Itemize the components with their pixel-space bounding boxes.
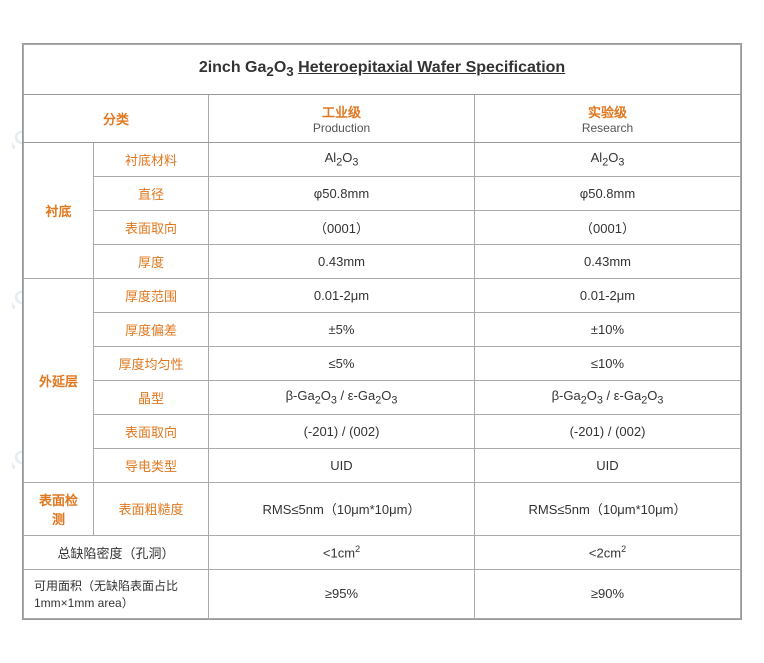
spec-table-container: 2inch Ga2O3 Heteroepitaxial Wafer Specif… — [22, 43, 742, 619]
thickness-deviation-label: 厚度偏差 — [94, 312, 209, 346]
thickness-deviation-research: ±10% — [475, 312, 741, 346]
substrate-label: 衬底 — [24, 142, 94, 278]
title-row: 2inch Ga2O3 Heteroepitaxial Wafer Specif… — [24, 45, 741, 94]
header-category: 分类 — [24, 94, 209, 142]
table-row: 厚度均匀性 ≤5% ≤10% — [24, 346, 741, 380]
surface-orient-epi-production: (-201) / (002) — [209, 414, 475, 448]
sub-material-label: 衬底材料 — [94, 142, 209, 176]
thickness-sub-label: 厚度 — [94, 244, 209, 278]
page-wrapper: MIG MIG MIG MIG MIG MIG MIG MIG MIG MIG … — [12, 23, 752, 639]
thickness-uniformity-research: ≤10% — [475, 346, 741, 380]
thickness-sub-production: 0.43mm — [209, 244, 475, 278]
header-row: 分类 工业级 Production 实验级 Research — [24, 94, 741, 142]
thickness-deviation-production: ±5% — [209, 312, 475, 346]
research-label: Research — [485, 121, 730, 135]
header-research: 实验级 Research — [475, 94, 741, 142]
diameter-production: φ50.8mm — [209, 176, 475, 210]
crystal-type-production: β-Ga2O3 / ε-Ga2O3 — [209, 380, 475, 414]
roughness-production: RMS≤5nm（10μm*10μm） — [209, 482, 475, 535]
table-row: 可用面积（无缺陷表面占比 1mm×1mm area） ≥95% ≥90% — [24, 569, 741, 618]
thickness-sub-research: 0.43mm — [475, 244, 741, 278]
table-row: 表面检测 表面粗糙度 RMS≤5nm（10μm*10μm） RMS≤5nm（10… — [24, 482, 741, 535]
table-row: 表面取向 (-201) / (002) (-201) / (002) — [24, 414, 741, 448]
epi-label: 外延层 — [24, 278, 94, 482]
table-row: 导电类型 UID UID — [24, 448, 741, 482]
thickness-range-production: 0.01-2μm — [209, 278, 475, 312]
research-grade-label: 实验级 — [588, 105, 627, 120]
surface-orient-sub-production: （0001） — [209, 210, 475, 244]
defect-density-label: 总缺陷密度（孔洞） — [24, 535, 209, 569]
surface-orient-epi-research: (-201) / (002) — [475, 414, 741, 448]
table-row: 表面取向 （0001） （0001） — [24, 210, 741, 244]
spec-table: 2inch Ga2O3 Heteroepitaxial Wafer Specif… — [23, 44, 741, 618]
conductivity-research: UID — [475, 448, 741, 482]
table-row: 外延层 厚度范围 0.01-2μm 0.01-2μm — [24, 278, 741, 312]
table-row: 衬底 衬底材料 Al2O3 Al2O3 — [24, 142, 741, 176]
defect-density-research: <2cm2 — [475, 535, 741, 569]
roughness-label: 表面粗糙度 — [94, 482, 209, 535]
production-label: Production — [219, 121, 464, 135]
sub-material-research: Al2O3 — [475, 142, 741, 176]
diameter-research: φ50.8mm — [475, 176, 741, 210]
roughness-research: RMS≤5nm（10μm*10μm） — [475, 482, 741, 535]
crystal-type-research: β-Ga2O3 / ε-Ga2O3 — [475, 380, 741, 414]
table-row: 晶型 β-Ga2O3 / ε-Ga2O3 β-Ga2O3 / ε-Ga2O3 — [24, 380, 741, 414]
table-title: 2inch Ga2O3 Heteroepitaxial Wafer Specif… — [24, 45, 741, 94]
conductivity-label: 导电类型 — [94, 448, 209, 482]
table-row: 直径 φ50.8mm φ50.8mm — [24, 176, 741, 210]
table-row: 总缺陷密度（孔洞） <1cm2 <2cm2 — [24, 535, 741, 569]
surface-inspection-label: 表面检测 — [24, 482, 94, 535]
usable-area-production: ≥95% — [209, 569, 475, 618]
conductivity-production: UID — [209, 448, 475, 482]
surface-orient-sub-label: 表面取向 — [94, 210, 209, 244]
sub-material-production: Al2O3 — [209, 142, 475, 176]
table-row: 厚度偏差 ±5% ±10% — [24, 312, 741, 346]
surface-orient-epi-label: 表面取向 — [94, 414, 209, 448]
crystal-type-label: 晶型 — [94, 380, 209, 414]
category-label: 分类 — [103, 112, 129, 127]
thickness-uniformity-label: 厚度均匀性 — [94, 346, 209, 380]
usable-area-label: 可用面积（无缺陷表面占比 1mm×1mm area） — [24, 569, 209, 618]
thickness-range-label: 厚度范围 — [94, 278, 209, 312]
thickness-range-research: 0.01-2μm — [475, 278, 741, 312]
defect-density-production: <1cm2 — [209, 535, 475, 569]
header-production: 工业级 Production — [209, 94, 475, 142]
industrial-grade-label: 工业级 — [322, 105, 361, 120]
thickness-uniformity-production: ≤5% — [209, 346, 475, 380]
usable-area-research: ≥90% — [475, 569, 741, 618]
surface-orient-sub-research: （0001） — [475, 210, 741, 244]
diameter-label: 直径 — [94, 176, 209, 210]
table-row: 厚度 0.43mm 0.43mm — [24, 244, 741, 278]
